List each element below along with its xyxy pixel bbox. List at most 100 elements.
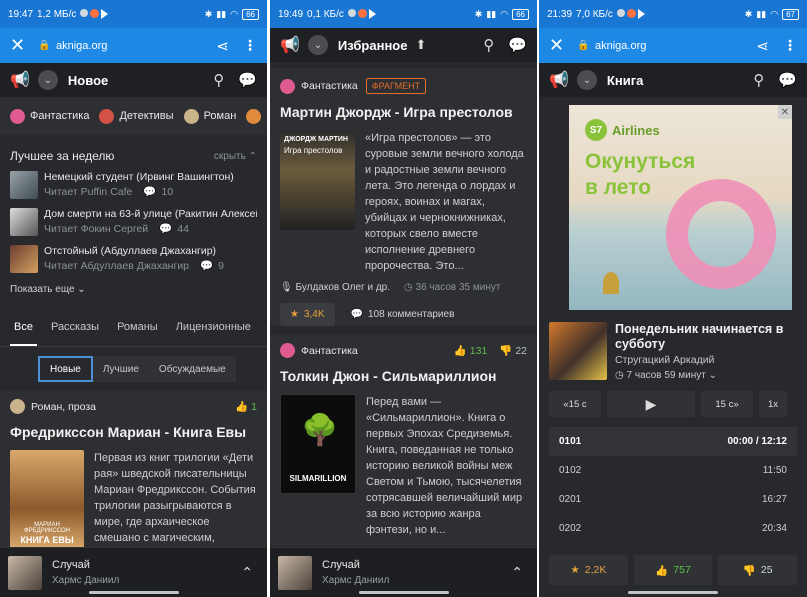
url-host[interactable]: akniga.org <box>56 40 107 52</box>
tab-novels[interactable]: Романы <box>117 321 158 333</box>
card-genre[interactable]: Роман, проза <box>31 401 96 413</box>
card-title[interactable]: Фредрикссон Мариан - Книга Евы <box>10 424 257 440</box>
readers[interactable]: 🎙 Булдаков Олег и др. <box>280 282 390 293</box>
book-card[interactable]: Роман, проза 👍 1 Фредрикссон Мариан - Кн… <box>0 391 267 570</box>
status-bar: 19:47 1,2 МБ/с ✱ ▮▮ ◠ 66 <box>0 0 267 28</box>
advertisement-banner[interactable]: ✕ S7 Airlines Окунуться в лето <box>569 105 792 310</box>
close-icon[interactable]: ✕ <box>549 35 573 56</box>
genre-icon <box>280 78 295 94</box>
like-button[interactable]: 👍 757 <box>633 555 713 585</box>
dislike-button[interactable]: 👎 25 <box>718 555 798 585</box>
tab-stories[interactable]: Рассказы <box>51 321 99 333</box>
mini-player[interactable]: Случай Хармс Даниил ⌃ <box>270 547 537 597</box>
status-bar: 19:49 0,1 КБ/с ✱ ▮▮ ◠ 66 <box>270 0 537 28</box>
dislike-button[interactable]: 👎 22 <box>499 344 527 357</box>
star-icon: ★ <box>570 564 580 576</box>
item-title: Дом смерти на 63-й улице (Ракитин Алексе… <box>44 208 257 220</box>
book-duration[interactable]: ◷ 7 часов 59 минут ⌄ <box>615 370 797 381</box>
rating-button[interactable]: ★ 3,4K <box>280 303 335 326</box>
ad-logo: S7 Airlines <box>585 119 660 141</box>
book-cover[interactable]: ДЖОРДЖ МАРТИН Игра престолов <box>280 130 355 230</box>
close-icon[interactable]: ✕ <box>10 35 34 56</box>
book-thumb <box>10 208 38 236</box>
share-icon[interactable]: ⋖ <box>756 37 769 55</box>
rating-button[interactable]: ★ 2,2K <box>549 555 628 585</box>
book-card[interactable]: Фантастика ФРАГМЕНТ Мартин Джордж - Игра… <box>270 68 537 326</box>
status-time: 21:39 <box>547 8 573 20</box>
sort-best[interactable]: Лучшие <box>92 356 149 382</box>
list-item[interactable]: Дом смерти на 63-й улице (Ракитин Алексе… <box>10 207 257 237</box>
status-icons: ✱ ▮▮ ◠ 67 <box>745 8 799 20</box>
speed-button[interactable]: 1x <box>759 391 787 417</box>
like-button[interactable]: 👍 131 <box>454 344 488 357</box>
tab-all[interactable]: Все <box>10 321 37 346</box>
chevron-up-icon[interactable]: ⌃ <box>511 564 523 581</box>
show-more-link[interactable]: Показать еще ⌄ <box>10 284 257 295</box>
item-comments: 9 <box>218 260 224 272</box>
comment-icon: 💬 <box>350 309 363 320</box>
like-count[interactable]: 👍 1 <box>235 400 257 413</box>
notification-icons <box>347 9 376 19</box>
card-description: «Игра престолов» — это суровые земли веч… <box>365 132 524 272</box>
search-icon[interactable]: ⚲ <box>483 36 494 54</box>
share-icon[interactable]: ⋖ <box>216 37 229 55</box>
chapter-row[interactable]: 0101 00:00 / 12:12 <box>549 427 797 456</box>
search-icon[interactable]: ⚲ <box>753 71 764 89</box>
mini-player[interactable]: Случай Хармс Даниил ⌃ <box>0 547 267 597</box>
app-bar: 📢 ⌄ Избранное ⬆ ⚲ 💬 <box>270 28 537 62</box>
more-vert-icon[interactable]: ⋮ <box>783 37 797 54</box>
url-host[interactable]: akniga.org <box>595 40 646 52</box>
category-detectives[interactable]: Детективы <box>99 108 174 124</box>
megaphone-icon[interactable]: 📢 <box>10 70 30 90</box>
rewind-button[interactable]: « 15 с <box>549 391 601 417</box>
more-vert-icon[interactable]: ⋮ <box>243 37 257 54</box>
category-more[interactable] <box>246 108 262 124</box>
phone-book-page: 21:39 7,0 КБ/с ✱ ▮▮ ◠ 67 ✕ 🔒 akniga.org … <box>539 0 807 597</box>
book-cover[interactable] <box>549 322 607 380</box>
player-cover <box>8 555 42 590</box>
comments-link[interactable]: 💬 108 комментариев <box>351 309 455 320</box>
player-title: Случай <box>52 558 90 571</box>
bluetooth-icon: ✱ <box>204 8 213 19</box>
chapter-row[interactable]: 0102 11:50 <box>549 456 797 485</box>
chat-icon[interactable]: 💬 <box>778 71 797 89</box>
card-title[interactable]: Мартин Джордж - Игра престолов <box>280 104 527 120</box>
status-time: 19:47 <box>8 8 34 20</box>
card-title[interactable]: Толкин Джон - Сильмариллион <box>280 368 527 384</box>
forward-button[interactable]: 15 с » <box>701 391 753 417</box>
book-cover[interactable]: МАРИАН ФРЕДРИКССОН КНИГА ЕВЫ <box>10 450 84 548</box>
list-item[interactable]: Немецкий студент (Ирвинг Вашингтон) Чита… <box>10 170 257 200</box>
chevron-down-icon[interactable]: ⌄ <box>576 70 597 90</box>
play-button[interactable]: ▶ <box>607 391 695 417</box>
book-author[interactable]: Стругацкий Аркадий <box>615 354 797 366</box>
tab-licensed[interactable]: Лицензионные <box>176 321 251 333</box>
chevron-down-icon[interactable]: ⌄ <box>37 70 58 90</box>
cover-author: ДЖОРДЖ МАРТИН <box>284 136 348 143</box>
chat-icon[interactable]: 💬 <box>508 36 527 54</box>
arrow-up-icon[interactable]: ⬆ <box>415 37 426 53</box>
list-item[interactable]: Отстойный (Абдуллаев Джахангир) Читает А… <box>10 244 257 274</box>
category-novel[interactable]: Роман <box>183 108 236 124</box>
chevron-down-icon[interactable]: ⌄ <box>307 35 328 55</box>
book-cover[interactable]: 🌳 SILMARILLION <box>280 394 356 494</box>
category-fantasy[interactable]: Фантастика <box>10 108 89 124</box>
megaphone-icon[interactable]: 📢 <box>549 70 569 90</box>
search-icon[interactable]: ⚲ <box>213 71 224 89</box>
comment-icon: 💬 <box>159 223 173 235</box>
card-genre[interactable]: Фантастика <box>301 80 358 92</box>
megaphone-icon[interactable]: 📢 <box>280 35 300 55</box>
sort-discussed[interactable]: Обсуждаемые <box>148 356 236 382</box>
page-title: Новое <box>67 72 109 88</box>
chapter-row[interactable]: 0201 16:27 <box>549 485 797 514</box>
chat-icon[interactable]: 💬 <box>238 71 257 89</box>
thumbs-down-icon: 👎 <box>742 564 756 577</box>
book-card[interactable]: Фантастика 👍 131 👎 22 Толкин Джон - Силь… <box>270 335 537 546</box>
sort-new[interactable]: Новые <box>38 356 93 382</box>
category-strip: Фантастика Детективы Роман <box>0 97 267 135</box>
hide-link[interactable]: скрыть ⌃ <box>214 151 257 162</box>
chapter-row[interactable]: 0202 20:34 <box>549 514 797 543</box>
ad-close-icon[interactable]: ✕ <box>778 105 792 119</box>
chevron-up-icon[interactable]: ⌃ <box>241 564 253 581</box>
card-genre[interactable]: Фантастика <box>301 345 358 357</box>
wifi-icon: ◠ <box>770 8 779 19</box>
